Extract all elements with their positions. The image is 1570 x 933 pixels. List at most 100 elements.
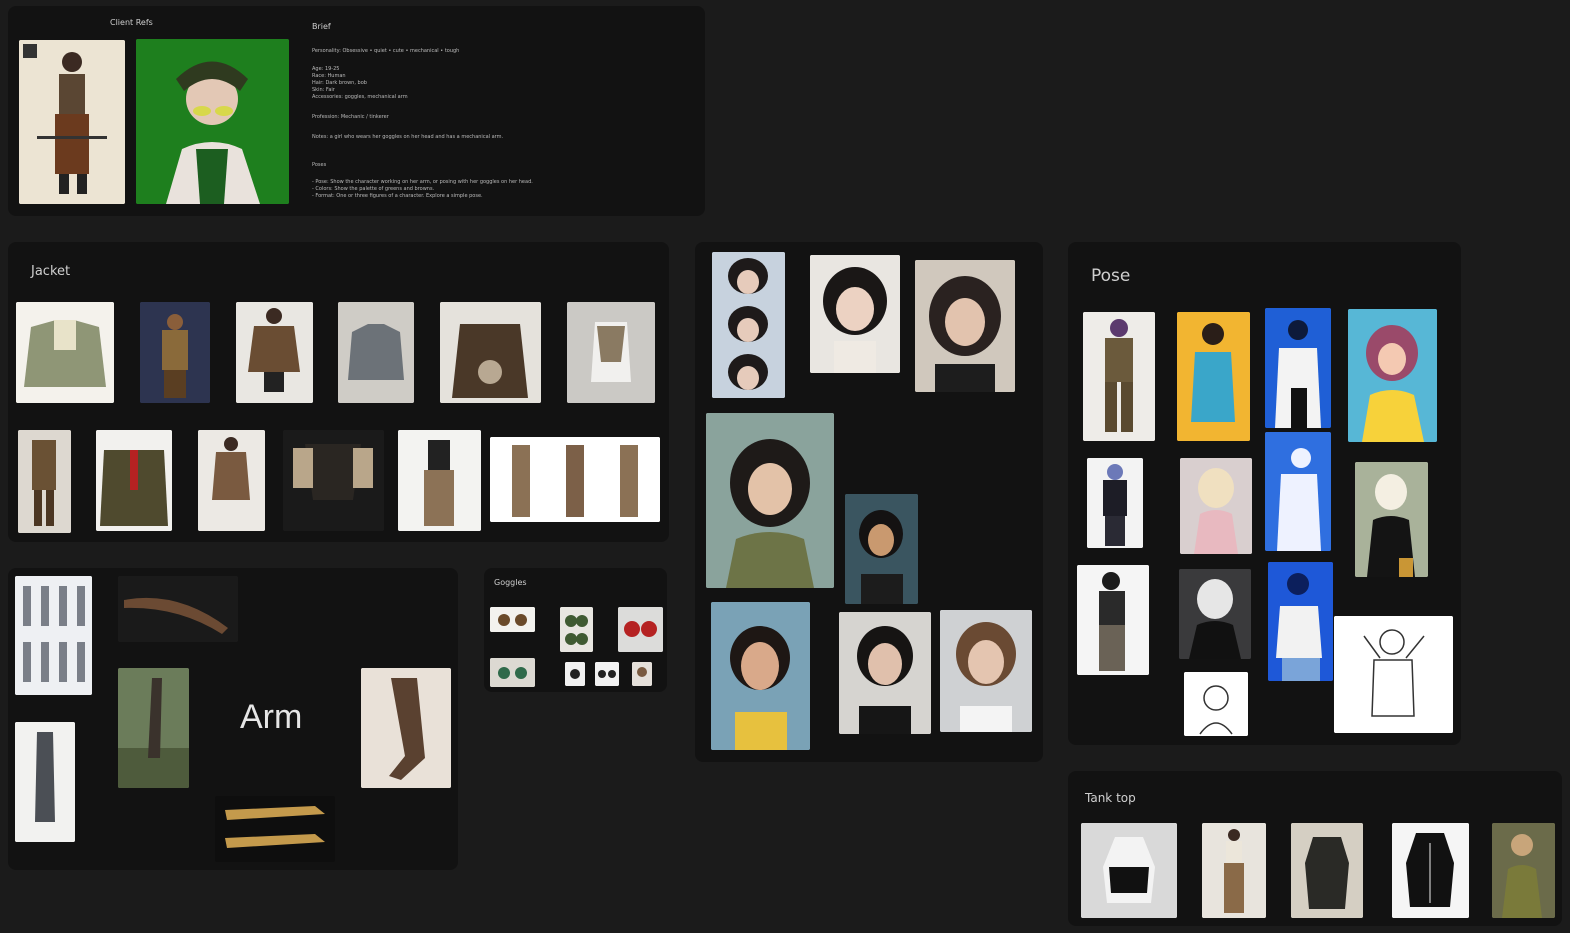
arm-sketch-icon <box>15 722 75 842</box>
pose-image[interactable] <box>1177 312 1250 441</box>
jacket-photo-icon <box>18 430 71 533</box>
client-ref-image-2[interactable] <box>136 39 289 204</box>
jacket-photo-icon <box>398 430 481 531</box>
jacket-image[interactable] <box>283 430 384 531</box>
goggles-image[interactable] <box>490 607 535 632</box>
hair-photo-icon <box>839 612 931 734</box>
pose-image[interactable] <box>1265 308 1331 428</box>
jacket-photo-icon <box>283 430 384 531</box>
pose-image[interactable] <box>1265 432 1331 551</box>
tank-top-photo-icon <box>1291 823 1363 918</box>
client-refs-title: Client Refs <box>110 18 153 27</box>
tank-top-photo-icon <box>1202 823 1266 918</box>
jacket-photo-icon <box>16 302 114 403</box>
arm-image[interactable] <box>15 722 75 842</box>
hair-image[interactable] <box>712 252 785 398</box>
jacket-image[interactable] <box>96 430 172 531</box>
jacket-image[interactable] <box>440 302 541 403</box>
hair-image[interactable] <box>839 612 931 734</box>
pose-illustration-icon <box>1265 432 1331 551</box>
goggles-image[interactable] <box>632 662 652 686</box>
brief-line: Race: Human <box>312 73 346 79</box>
tank-top-image[interactable] <box>1392 823 1469 918</box>
hair-photo-icon <box>845 494 918 604</box>
pose-title: Pose <box>1091 266 1131 286</box>
jacket-photo-icon <box>567 302 655 403</box>
jacket-image[interactable] <box>16 302 114 403</box>
tank-top-image[interactable] <box>1291 823 1363 918</box>
hair-image[interactable] <box>711 602 810 750</box>
pose-image[interactable] <box>1180 458 1252 554</box>
jacket-image[interactable] <box>198 430 265 531</box>
arm-image[interactable] <box>118 668 189 788</box>
pose-illustration-icon <box>1179 569 1251 659</box>
pose-illustration-icon <box>1177 312 1250 441</box>
hair-image[interactable] <box>810 255 900 373</box>
pose-illustration-icon <box>1083 312 1155 441</box>
jacket-image[interactable] <box>338 302 414 403</box>
pose-image[interactable] <box>1083 312 1155 441</box>
pose-image[interactable] <box>1348 309 1437 442</box>
brief-line: Skin: Fair <box>312 87 335 93</box>
jacket-image[interactable] <box>18 430 71 533</box>
client-ref-image-1[interactable] <box>19 40 125 204</box>
jacket-photo-icon <box>96 430 172 531</box>
hair-image[interactable] <box>915 260 1015 392</box>
brief-line: Poses <box>312 162 327 168</box>
brief-line: - Format: One or three figures of a char… <box>312 193 483 199</box>
hair-image[interactable] <box>845 494 918 604</box>
jacket-photo-icon <box>490 437 660 522</box>
jacket-image[interactable] <box>236 302 313 403</box>
brief-line: Notes: a girl who wears her goggles on h… <box>312 134 504 140</box>
arm-photo-icon <box>215 796 335 862</box>
jacket-photo-icon <box>338 302 414 403</box>
jacket-image[interactable] <box>490 437 660 522</box>
goggles-icon <box>490 607 535 632</box>
pose-image[interactable] <box>1184 672 1248 736</box>
jacket-image[interactable] <box>567 302 655 403</box>
pose-image[interactable] <box>1087 458 1143 548</box>
pose-illustration-icon <box>1265 308 1331 428</box>
arm-image[interactable] <box>361 668 451 788</box>
goggles-image[interactable] <box>560 607 593 652</box>
arm-image[interactable] <box>215 796 335 862</box>
jacket-photo-icon <box>140 302 210 403</box>
hair-photo-icon <box>810 255 900 373</box>
brief-line: Hair: Dark brown, bob <box>312 80 367 86</box>
pose-image[interactable] <box>1179 569 1251 659</box>
pose-illustration-icon <box>1087 458 1143 548</box>
brief-line: Accessories: goggles, mechanical arm <box>312 94 408 100</box>
goggles-title: Goggles <box>494 578 527 587</box>
tank-top-photo-icon <box>1392 823 1469 918</box>
character-sketch-icon <box>19 40 125 204</box>
pose-image[interactable] <box>1355 462 1428 577</box>
brief-line: - Colors: Show the palette of greens and… <box>312 186 435 192</box>
arm-sketch-icon <box>15 576 92 695</box>
goggles-image[interactable] <box>618 607 663 652</box>
pose-illustration-icon <box>1180 458 1252 554</box>
pose-sketch-icon <box>1184 672 1248 736</box>
arm-image[interactable] <box>15 576 92 695</box>
jacket-photo-icon <box>440 302 541 403</box>
character-greenscreen-icon <box>136 39 289 204</box>
tank-top-title: Tank top <box>1085 791 1136 805</box>
hair-image[interactable] <box>706 413 834 588</box>
arm-image[interactable] <box>118 576 238 642</box>
jacket-image[interactable] <box>398 430 481 531</box>
jacket-image[interactable] <box>140 302 210 403</box>
goggles-image[interactable] <box>595 662 619 686</box>
tank-top-photo-icon <box>1492 823 1555 918</box>
pose-image[interactable] <box>1268 562 1333 681</box>
tank-top-image[interactable] <box>1492 823 1555 918</box>
brief-line: Profession: Mechanic / tinkerer <box>312 114 389 120</box>
hair-image[interactable] <box>940 610 1032 732</box>
goggles-icon <box>632 662 652 686</box>
goggles-icon <box>565 662 585 686</box>
pose-image[interactable] <box>1334 616 1453 733</box>
tank-top-image[interactable] <box>1081 823 1177 918</box>
tank-top-image[interactable] <box>1202 823 1266 918</box>
pose-image[interactable] <box>1077 565 1149 675</box>
brief-line: Personality: Obsessive • quiet • cute • … <box>312 48 460 54</box>
goggles-image[interactable] <box>490 658 535 687</box>
goggles-image[interactable] <box>565 662 585 686</box>
